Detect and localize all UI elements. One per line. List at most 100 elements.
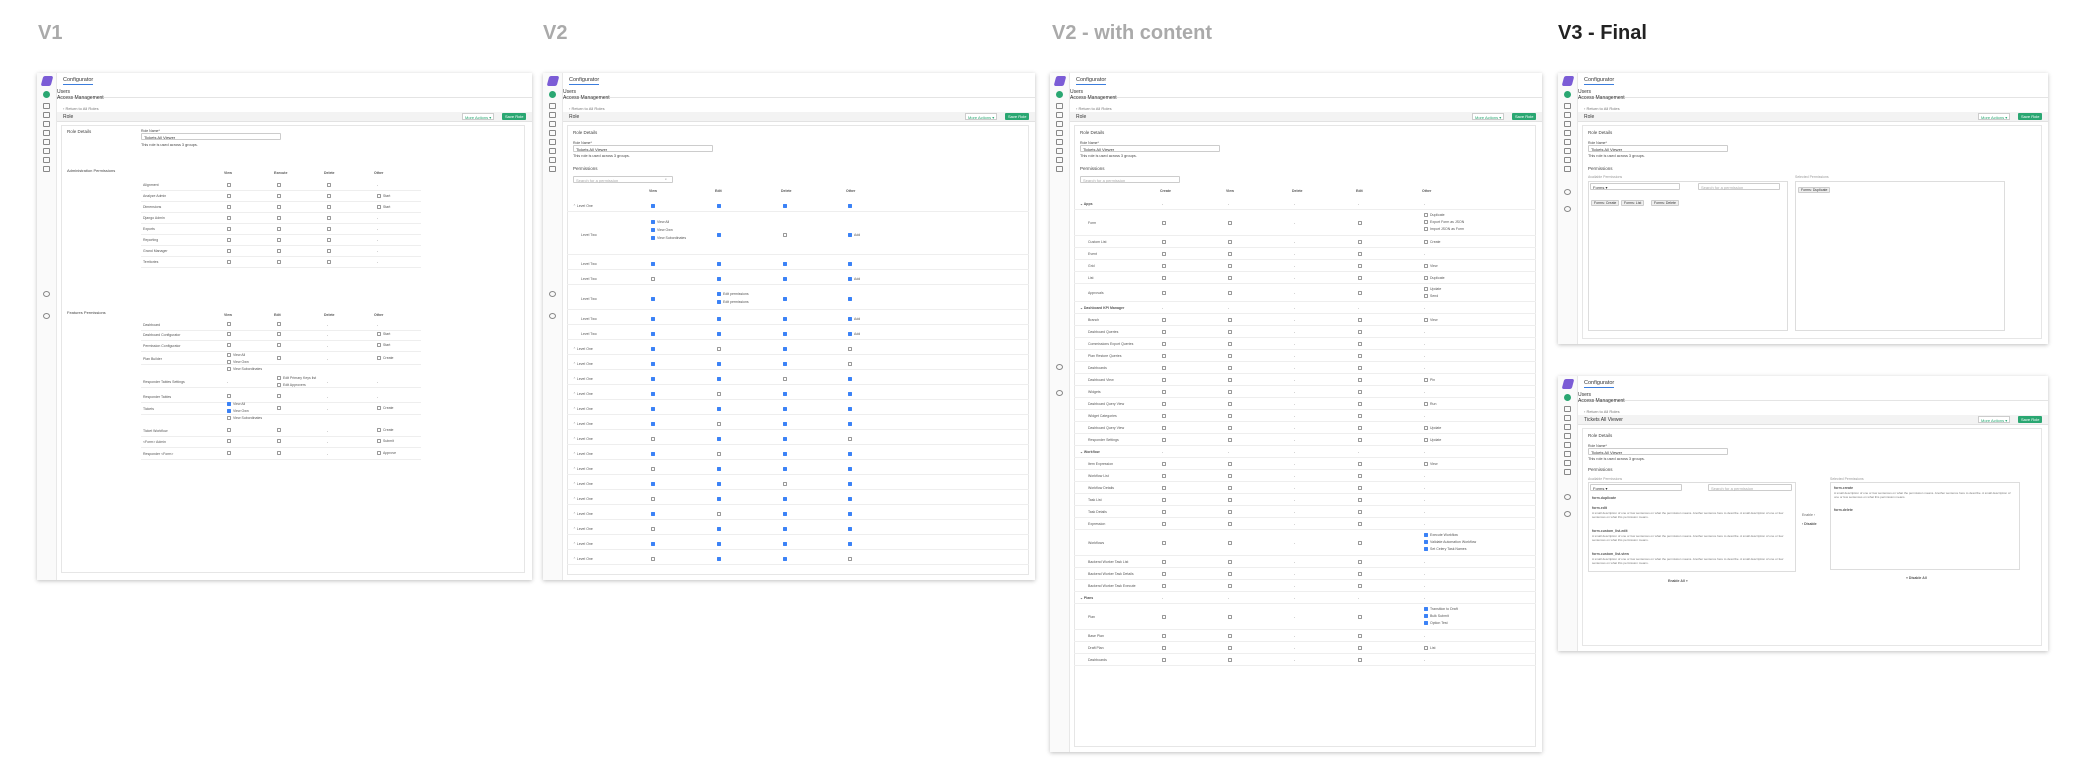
logout-icon[interactable]	[1056, 166, 1063, 172]
permission-checkbox[interactable]	[848, 422, 852, 426]
view-checkbox[interactable]	[227, 402, 231, 406]
view-checkbox[interactable]	[1228, 584, 1232, 588]
permission-checkbox[interactable]	[783, 512, 787, 516]
permission-checkbox[interactable]	[848, 233, 852, 237]
view-checkbox[interactable]	[1228, 486, 1232, 490]
grid-icon[interactable]	[43, 112, 50, 118]
view-checkbox[interactable]	[227, 353, 231, 357]
permission-checkbox[interactable]	[848, 262, 852, 266]
permission-checkbox[interactable]	[783, 407, 787, 411]
permission-checkbox[interactable]	[848, 497, 852, 501]
permission-checkbox[interactable]	[848, 347, 852, 351]
table-icon[interactable]	[1056, 148, 1063, 154]
grid-icon[interactable]	[1564, 112, 1571, 118]
view-checkbox[interactable]	[1228, 330, 1232, 334]
users-icon[interactable]	[43, 121, 50, 127]
view-checkbox[interactable]	[227, 416, 231, 420]
logout-icon[interactable]	[549, 166, 556, 172]
edit-checkbox[interactable]	[1358, 342, 1362, 346]
other-checkbox[interactable]	[1424, 240, 1428, 244]
edit-checkbox[interactable]	[277, 394, 281, 398]
view-checkbox[interactable]	[227, 194, 231, 198]
edit-checkbox[interactable]	[717, 300, 721, 304]
chart-icon[interactable]	[1564, 139, 1571, 145]
delete-checkbox[interactable]	[327, 194, 331, 198]
view-checkbox[interactable]	[227, 183, 231, 187]
create-checkbox[interactable]	[1162, 522, 1166, 526]
tab-access-management[interactable]: Access Management	[1578, 398, 2048, 404]
other-checkbox[interactable]	[1424, 294, 1428, 298]
edit-checkbox[interactable]	[1358, 252, 1362, 256]
other-checkbox[interactable]	[1424, 227, 1428, 231]
more-actions-button[interactable]: More Actions ▾	[1978, 113, 2011, 120]
view-checkbox[interactable]	[227, 343, 231, 347]
edit-checkbox[interactable]	[1358, 402, 1362, 406]
view-checkbox[interactable]	[227, 322, 231, 326]
edit-checkbox[interactable]	[277, 343, 281, 347]
save-role-button[interactable]: Save Role	[502, 113, 527, 120]
more-actions-button[interactable]: More Actions ▾	[965, 113, 998, 120]
create-checkbox[interactable]	[1162, 646, 1166, 650]
save-role-button[interactable]: Save Role	[2018, 416, 2043, 423]
view-checkbox[interactable]	[1228, 390, 1232, 394]
create-checkbox[interactable]	[1162, 462, 1166, 466]
edit-checkbox[interactable]	[1358, 276, 1362, 280]
logout-icon[interactable]	[43, 166, 50, 172]
chart-icon[interactable]	[43, 139, 50, 145]
list-icon[interactable]	[1564, 130, 1571, 136]
permission-checkbox[interactable]	[783, 332, 787, 336]
create-checkbox[interactable]	[1162, 240, 1166, 244]
execute-checkbox[interactable]	[277, 183, 281, 187]
view-checkbox[interactable]	[651, 236, 655, 240]
permission-checkbox[interactable]	[717, 452, 721, 456]
edit-checkbox[interactable]	[1358, 498, 1362, 502]
settings-icon[interactable]	[1564, 206, 1571, 212]
create-checkbox[interactable]	[1162, 390, 1166, 394]
permission-checkbox[interactable]	[717, 422, 721, 426]
view-checkbox[interactable]	[227, 428, 231, 432]
permission-type-select[interactable]: Forms ▾	[1590, 183, 1680, 190]
permission-checkbox[interactable]	[783, 277, 787, 281]
permission-checkbox[interactable]	[651, 347, 655, 351]
permission-checkbox[interactable]	[651, 332, 655, 336]
permission-checkbox[interactable]	[848, 527, 852, 531]
other-checkbox[interactable]	[377, 451, 381, 455]
edit-checkbox[interactable]	[1358, 414, 1362, 418]
create-checkbox[interactable]	[1162, 221, 1166, 225]
back-link[interactable]: ‹ Return to All Roles	[1584, 106, 1620, 111]
create-checkbox[interactable]	[1162, 378, 1166, 382]
view-checkbox[interactable]	[1228, 291, 1232, 295]
permission-checkbox[interactable]	[717, 512, 721, 516]
delete-checkbox[interactable]	[327, 216, 331, 220]
view-checkbox[interactable]	[227, 216, 231, 220]
permission-search-input[interactable]: Search for a permission	[1708, 484, 1792, 491]
view-checkbox[interactable]	[1228, 378, 1232, 382]
view-checkbox[interactable]	[1228, 462, 1232, 466]
back-link[interactable]: ‹ Return to All Roles	[1076, 106, 1112, 111]
history-icon[interactable]	[1564, 494, 1571, 500]
permission-checkbox[interactable]	[848, 452, 852, 456]
permission-checkbox[interactable]	[783, 297, 787, 301]
edit-checkbox[interactable]	[1358, 438, 1362, 442]
view-checkbox[interactable]	[1228, 426, 1232, 430]
permission-checkbox[interactable]	[651, 497, 655, 501]
create-checkbox[interactable]	[1162, 276, 1166, 280]
role-name-input[interactable]: Tickets All Viewer	[141, 133, 281, 140]
create-checkbox[interactable]	[1162, 658, 1166, 662]
edit-checkbox[interactable]	[277, 356, 281, 360]
disable-button[interactable]: ‹ Disable	[1802, 522, 1817, 526]
permission-checkbox[interactable]	[848, 317, 852, 321]
edit-checkbox[interactable]	[277, 406, 281, 410]
permission-checkbox[interactable]	[848, 332, 852, 336]
other-checkbox[interactable]	[377, 356, 381, 360]
users-icon[interactable]	[549, 121, 556, 127]
other-checkbox[interactable]	[1424, 462, 1428, 466]
history-icon[interactable]	[1056, 364, 1063, 370]
permission-checkbox[interactable]	[651, 467, 655, 471]
edit-checkbox[interactable]	[1358, 264, 1362, 268]
edit-checkbox[interactable]	[1358, 318, 1362, 322]
create-checkbox[interactable]	[1162, 402, 1166, 406]
other-checkbox[interactable]	[1424, 438, 1428, 442]
permission-checkbox[interactable]	[651, 542, 655, 546]
permission-checkbox[interactable]	[717, 277, 721, 281]
